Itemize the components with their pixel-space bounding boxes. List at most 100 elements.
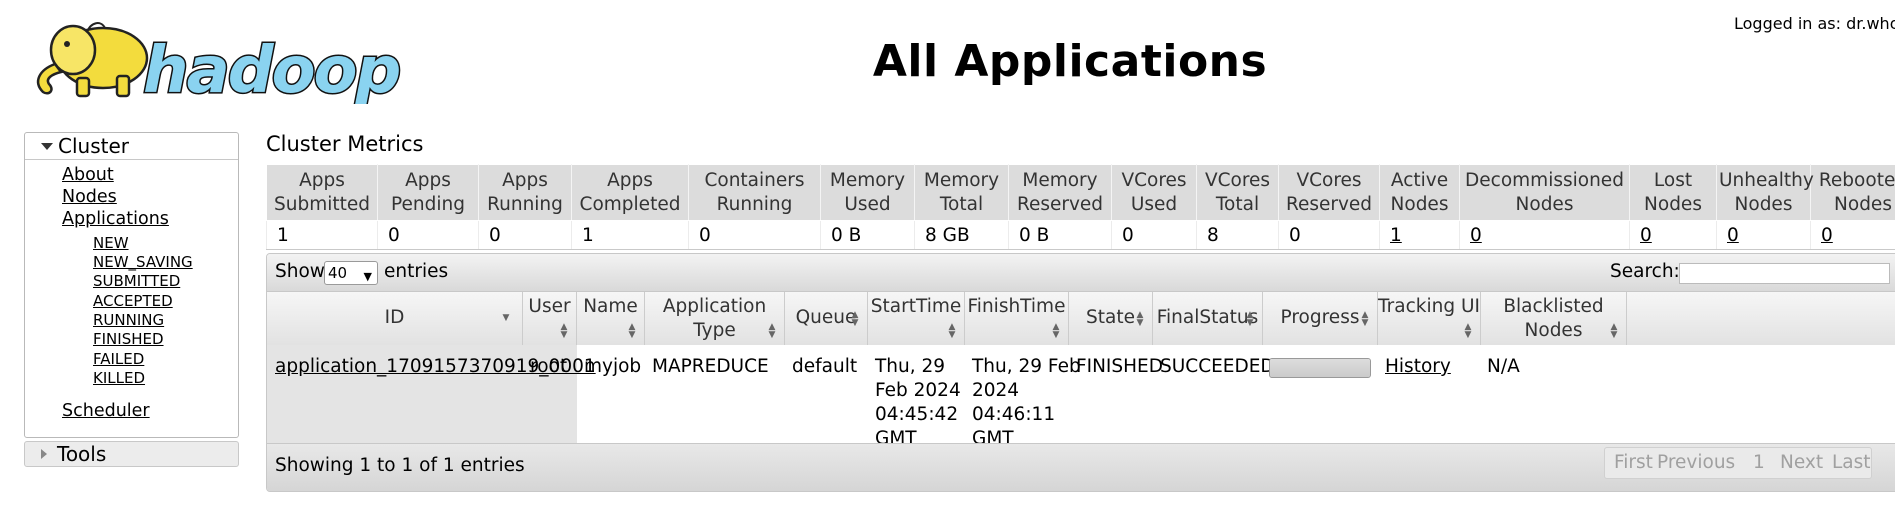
tools-section-header[interactable]: Tools [24,441,239,467]
column-header[interactable]: User ▲ ▼ [523,292,577,345]
metrics-header-text: Apps [299,169,345,191]
metrics-value-row: 100100 B8 GB 0 B08010000 [266,220,1895,250]
metrics-header-cell: Active Nodes [1379,164,1460,221]
nav-applications[interactable]: Applications [62,209,169,229]
metrics-header-text: Memory [1022,169,1098,191]
metrics-value-cell: 0 [1629,220,1717,250]
nav-state-new-saving[interactable]: NEW_SAVING [93,253,193,271]
metrics-value-link[interactable]: 0 [1727,225,1739,246]
page-title: All Applications [872,36,1268,87]
sort-both-icon: ▲ ▼ [628,322,636,340]
collapsed-triangle-icon [41,449,47,459]
metrics-value-cell: 8 GB [914,220,1009,250]
metrics-value-link[interactable]: 0 [1640,225,1652,246]
applications-table-panel: Show 40 ▼ entries Search: ID ▼ User ▲ ▼ Name ▲… [266,253,1895,492]
column-header-label: StartTime [870,296,962,317]
metrics-header-text: Completed [579,193,681,215]
nav-state-killed[interactable]: KILLED [93,369,145,387]
column-header-text: Tracking UI [1378,295,1480,319]
metrics-value-link[interactable]: 0 [1821,225,1833,246]
metrics-header-text: Nodes [1834,193,1892,215]
column-header[interactable]: Queue ▲ ▼ [785,292,868,345]
cluster-section-header[interactable]: Cluster [25,133,238,160]
column-header-label: Nodes [1524,320,1583,341]
cluster-metrics-table: Apps Submitted Apps Pending Apps Running Apps C… [266,164,1895,250]
start-time-cell: Thu, 29 Feb 2024 04:45:42 GMT [875,355,961,451]
column-header[interactable]: StartTime ▲ ▼ [868,292,965,345]
metrics-header-text: Containers [704,169,805,191]
user-cell: root [530,356,568,377]
search-label: Search: [1610,261,1680,282]
column-header[interactable]: FinishTime ▲ ▼ [965,292,1069,345]
column-header[interactable]: Name ▲ ▼ [577,292,645,345]
column-header[interactable]: Tracking UI ▲ ▼ [1378,292,1481,345]
entries-label: entries [384,261,449,282]
nav-state-running[interactable]: RUNNING [93,311,164,329]
metrics-header-text: Running [716,193,793,215]
metrics-value-cell: 8 [1196,220,1279,250]
nav-state-failed[interactable]: FAILED [93,350,144,368]
metrics-header-text: Reserved [1285,193,1373,215]
nav-scheduler[interactable]: Scheduler [62,401,150,421]
tools-label: Tools [57,442,107,466]
metrics-value-cell: 1 [571,220,689,250]
sort-both-icon: ▲ ▼ [1246,310,1254,328]
metrics-header-cell: RebootedNodes [1810,164,1895,221]
pagination-page-1[interactable]: 1 [1753,452,1765,473]
sort-both-icon: ▲ ▼ [851,310,859,328]
name-cell: myjob [584,356,642,377]
metrics-header-cell: Containers Running [688,164,821,221]
history-link[interactable]: History [1385,356,1451,377]
metrics-header-text: Running [487,193,563,215]
sort-both-icon: ▲ ▼ [948,322,956,340]
column-header[interactable]: State ▲ ▼ [1069,292,1153,345]
metrics-value-cell: 0 [1716,220,1811,250]
metrics-header-text: Unhealthy [1719,169,1814,191]
nav-state-new[interactable]: NEW [93,234,129,252]
table-info: Showing 1 to 1 of 1 entries [275,455,525,476]
metrics-header-text: Reserved [1016,193,1104,215]
show-label: Show [275,261,325,282]
finish-time-line: 2024 [972,380,1020,401]
chevron-down-icon: ▼ [363,270,372,283]
pagination-previous[interactable]: Previous [1657,452,1735,473]
column-header[interactable]: Progress ▲ ▼ [1263,292,1378,345]
pagination-last[interactable]: Last [1832,452,1871,473]
sort-both-icon: ▲ ▼ [1052,322,1060,340]
nav-about[interactable]: About [62,165,114,185]
metrics-header-text: Nodes [1644,193,1702,215]
metrics-header-cell: Decommissioned Nodes [1459,164,1630,221]
nav-state-accepted[interactable]: ACCEPTED [93,292,173,310]
cluster-label: Cluster [58,134,129,158]
tracking-ui-cell: History [1385,355,1451,379]
finish-time-cell: Thu, 29 Feb 2024 04:46:11 GMT [972,355,1081,451]
metrics-value-cell: 0 B [820,220,915,250]
pagination-first[interactable]: First [1614,452,1653,473]
column-header-label: Name [583,296,638,317]
column-header[interactable]: ID ▼ [267,292,523,345]
column-header-label: Application Type [662,296,767,341]
search-input[interactable] [1679,263,1890,284]
nav-nodes[interactable]: Nodes [62,187,117,207]
nav-state-submitted[interactable]: SUBMITTED [93,272,180,290]
expanded-triangle-icon [41,143,53,150]
metrics-value-link[interactable]: 0 [1470,225,1482,246]
metrics-header-cell: VCores Reserved [1278,164,1380,221]
metrics-header-text: VCores [1121,169,1187,191]
nav-state-finished[interactable]: FINISHED [93,330,164,348]
metrics-header-cell: VCores Total [1196,164,1279,221]
sort-both-icon: ▲ ▼ [1464,322,1472,340]
column-header[interactable]: Application Type ▲ ▼ [645,292,785,345]
metrics-value-cell: 0 [377,220,479,250]
metrics-header-text: Decommissioned [1465,169,1624,191]
column-header[interactable]: FinalStatus ▲ ▼ [1153,292,1263,345]
metrics-header-cell: Lost Nodes [1629,164,1717,221]
pagination-next[interactable]: Next [1780,452,1823,473]
column-header[interactable]: Blacklisted Nodes ▲ ▼ [1481,292,1627,345]
cluster-nav-panel: Cluster About Nodes Applications NEW NEW… [24,132,239,438]
metrics-value-cell: 0 B [1008,220,1112,250]
page-length-select[interactable]: 40 ▼ [324,261,378,285]
column-header-label: Tracking UI [1378,296,1480,317]
metrics-value-link[interactable]: 1 [1390,225,1402,246]
column-header-label: FinishTime [967,296,1066,317]
